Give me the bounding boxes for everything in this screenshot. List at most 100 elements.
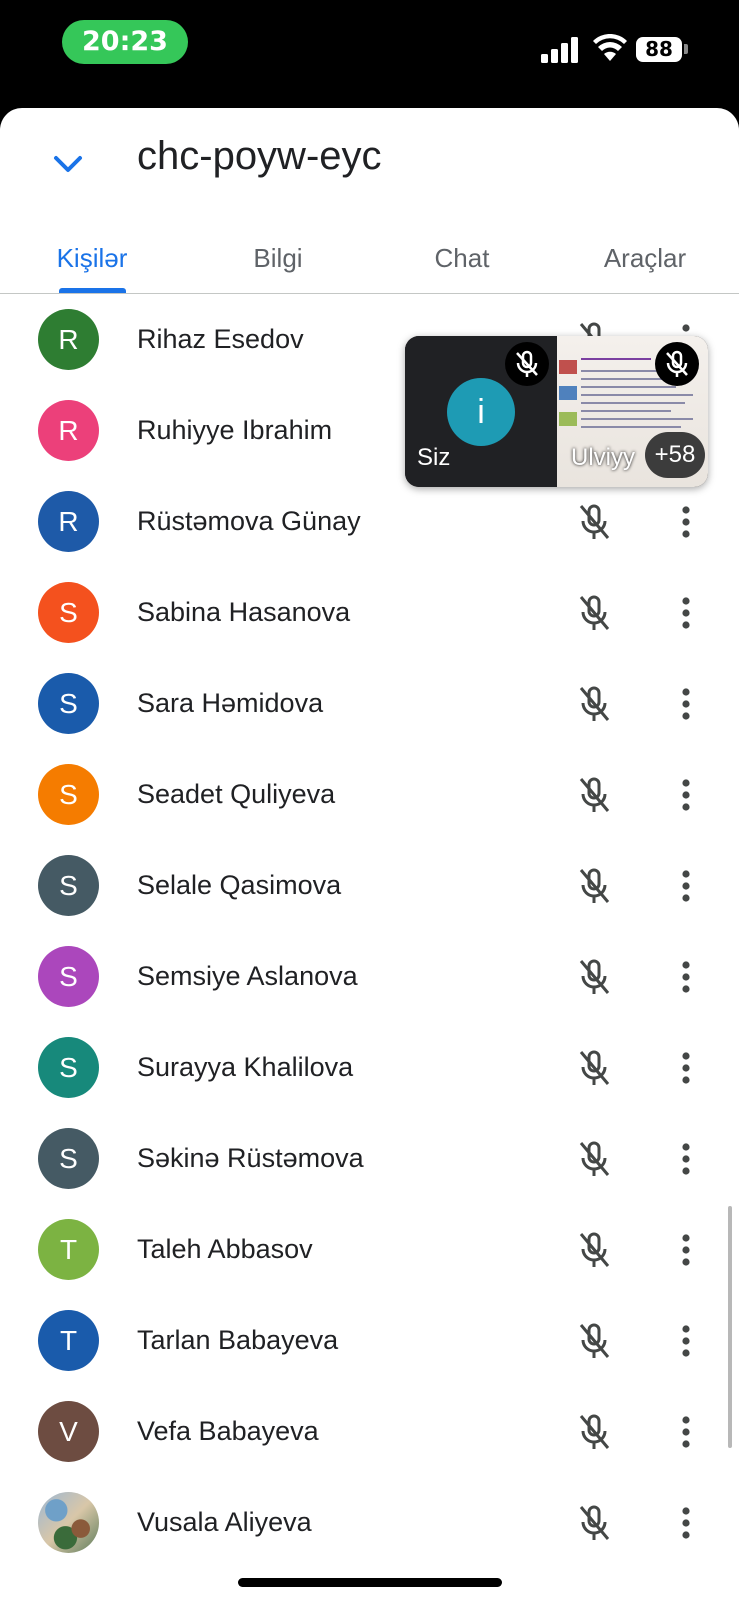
self-mic-off-badge — [505, 342, 549, 386]
avatar: R — [38, 491, 99, 552]
meeting-code: chc-poyw-eyc — [137, 134, 382, 178]
mic-off-icon — [666, 350, 688, 377]
participant-row[interactable]: T Tarlan Babayeva — [0, 1295, 739, 1386]
participant-row[interactable]: Vusala Aliyeva — [0, 1477, 739, 1568]
avatar: S — [38, 582, 99, 643]
avatar: S — [38, 1128, 99, 1189]
document-line — [581, 358, 651, 360]
more-options-icon[interactable] — [672, 1503, 700, 1543]
self-label: Siz — [417, 444, 451, 471]
more-options-icon[interactable] — [672, 684, 700, 724]
presenter-label: Ulviyy — [571, 444, 635, 471]
mic-off-icon — [575, 593, 613, 633]
mic-off-icon — [575, 866, 613, 906]
avatar: S — [38, 946, 99, 1007]
mic-off-icon — [575, 684, 613, 724]
participant-name: Seadet Quliyeva — [137, 779, 336, 809]
slide-thumbnail — [559, 360, 577, 374]
tab-info[interactable]: Bilgi — [208, 228, 348, 288]
avatar: S — [38, 673, 99, 734]
chevron-down-icon[interactable] — [52, 152, 84, 176]
participant-row[interactable]: S Sabina Hasanova — [0, 567, 739, 658]
avatar: S — [38, 764, 99, 825]
more-options-icon[interactable] — [672, 1230, 700, 1270]
home-indicator — [238, 1578, 502, 1587]
participant-row[interactable]: S Səkinə Rüstəmova — [0, 1113, 739, 1204]
more-options-icon[interactable] — [672, 1139, 700, 1179]
participant-list: R Rihaz Esedov R Ruhiyye Ibrahim R Rüstəmova … — [0, 294, 739, 1600]
tab-people[interactable]: Kişilər — [22, 228, 162, 288]
avatar — [38, 1492, 99, 1553]
participant-name: Vusala Aliyeva — [137, 1507, 312, 1537]
mic-off-icon — [575, 1230, 613, 1270]
more-options-icon[interactable] — [672, 957, 700, 997]
self-avatar: i — [447, 378, 515, 446]
wifi-icon — [593, 34, 627, 61]
cellular-signal-icon — [541, 37, 578, 63]
avatar: R — [38, 400, 99, 461]
participant-name: Tarlan Babayeva — [137, 1325, 339, 1355]
more-participants-count: +58 — [645, 432, 705, 478]
presenter-mic-off-badge — [655, 342, 699, 386]
participants-sheet: chc-poyw-eyc Kişilər Bilgi Chat Araçlar … — [0, 108, 739, 1600]
more-options-icon[interactable] — [672, 1048, 700, 1088]
avatar: S — [38, 855, 99, 916]
participant-name: Surayya Khalilova — [137, 1052, 354, 1082]
mic-off-icon — [575, 775, 613, 815]
participant-name: Rihaz Esedov — [137, 324, 304, 354]
avatar: V — [38, 1401, 99, 1462]
more-options-icon[interactable] — [672, 1321, 700, 1361]
participant-row[interactable]: V Vefa Babayeva — [0, 1386, 739, 1477]
picture-in-picture[interactable]: i Siz Ulviyy +58 — [405, 336, 708, 487]
status-bar: 20:23 88 — [0, 0, 739, 108]
document-line — [581, 402, 685, 404]
mic-off-icon — [575, 502, 613, 542]
avatar: R — [38, 309, 99, 370]
participant-name: Taleh Abbasov — [137, 1234, 313, 1264]
participant-row[interactable]: S Surayya Khalilova — [0, 1022, 739, 1113]
more-options-icon[interactable] — [672, 593, 700, 633]
participant-row[interactable]: S Seadet Quliyeva — [0, 749, 739, 840]
scrollbar[interactable] — [728, 1206, 732, 1448]
mic-off-icon — [575, 1321, 613, 1361]
participant-name: Səkinə Rüstəmova — [137, 1143, 364, 1173]
mic-off-icon — [575, 1503, 613, 1543]
more-options-icon[interactable] — [672, 502, 700, 542]
avatar: T — [38, 1219, 99, 1280]
avatar: S — [38, 1037, 99, 1098]
participant-name: Ruhiyye Ibrahim — [137, 415, 333, 445]
mic-off-icon — [575, 1412, 613, 1452]
participant-name: Semsiye Aslanova — [137, 961, 358, 991]
more-options-icon[interactable] — [672, 775, 700, 815]
self-tile: i Siz — [405, 336, 557, 487]
document-line — [581, 418, 693, 420]
slide-thumbnail — [559, 386, 577, 400]
participant-name: Rüstəmova Günay — [137, 506, 361, 536]
mic-off-icon — [516, 350, 538, 377]
participant-row[interactable]: R Rüstəmova Günay — [0, 476, 739, 567]
tab-chat[interactable]: Chat — [392, 228, 532, 288]
participant-row[interactable]: S Sara Həmidova — [0, 658, 739, 749]
participant-row[interactable]: S Semsiye Aslanova — [0, 931, 739, 1022]
participant-name: Selale Qasimova — [137, 870, 342, 900]
document-line — [581, 426, 681, 428]
mic-off-icon — [575, 1048, 613, 1088]
document-line — [581, 394, 693, 396]
avatar: T — [38, 1310, 99, 1371]
document-line — [581, 386, 676, 388]
document-line — [581, 410, 671, 412]
mic-off-icon — [575, 957, 613, 997]
slide-thumbnail — [559, 412, 577, 426]
participant-name: Vefa Babayeva — [137, 1416, 319, 1446]
participant-name: Sara Həmidova — [137, 688, 324, 718]
participant-row[interactable]: T Taleh Abbasov — [0, 1204, 739, 1295]
battery-level: 88 — [636, 37, 682, 62]
battery-cap — [684, 44, 688, 54]
status-time: 20:23 — [62, 20, 188, 64]
mic-off-icon — [575, 1139, 613, 1179]
more-options-icon[interactable] — [672, 1412, 700, 1452]
more-options-icon[interactable] — [672, 866, 700, 906]
tab-tools[interactable]: Araçlar — [575, 228, 715, 288]
participant-name: Sabina Hasanova — [137, 597, 351, 627]
participant-row[interactable]: S Selale Qasimova — [0, 840, 739, 931]
